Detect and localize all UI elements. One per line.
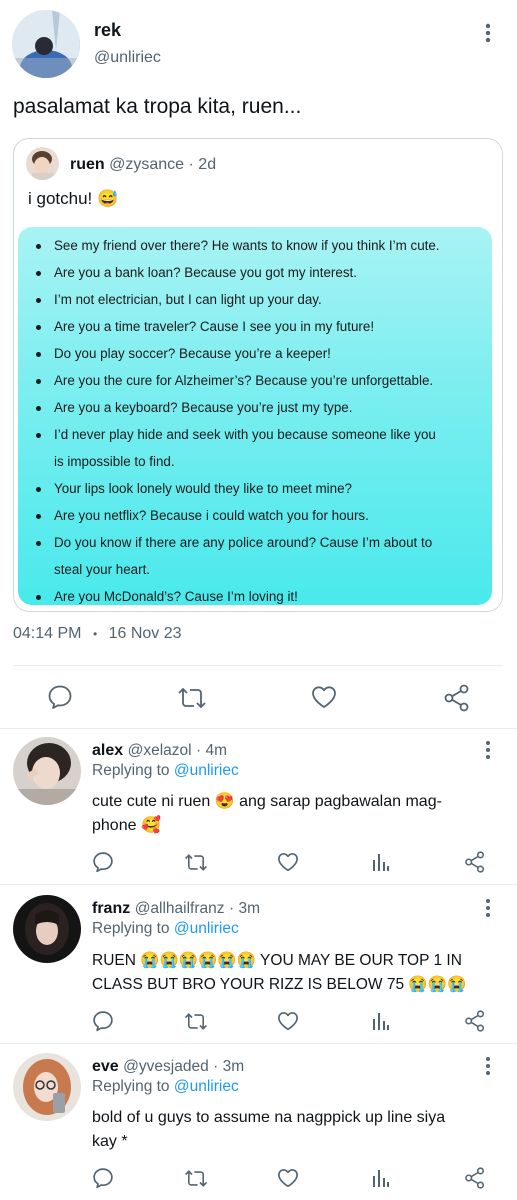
bullet-icon bbox=[36, 595, 41, 600]
replying-to-link[interactable]: @unliriec bbox=[174, 1078, 239, 1095]
reply-author-handle[interactable]: @allhailfranz bbox=[135, 900, 225, 917]
retweet-icon[interactable] bbox=[184, 852, 208, 873]
pickup-line-text: Are you netflix? Because i could watch y… bbox=[54, 508, 369, 523]
share-icon[interactable] bbox=[464, 1010, 486, 1032]
quoted-age: · 2d bbox=[188, 156, 217, 173]
heart-icon[interactable] bbox=[277, 1011, 299, 1031]
reply-text: RUEN 😭😭😭😭😭😭 YOU MAY BE OUR TOP 1 IN CLAS… bbox=[92, 949, 466, 997]
reply-author-name[interactable]: alex bbox=[92, 742, 123, 759]
reply-text-line: phone 🥰 bbox=[92, 817, 161, 834]
reply-avatar[interactable] bbox=[13, 737, 81, 805]
replying-to-link[interactable]: @unliriec bbox=[174, 762, 239, 779]
pickup-line-text: Do you play soccer? Because you’re a kee… bbox=[54, 346, 331, 361]
bullet-icon bbox=[36, 325, 41, 330]
bullet-icon bbox=[36, 379, 41, 384]
heart-icon[interactable] bbox=[277, 1168, 299, 1188]
reply-author-handle[interactable]: @yvesjaded bbox=[123, 1058, 209, 1075]
divider bbox=[0, 884, 517, 885]
bullet-icon bbox=[36, 433, 41, 438]
pickup-line-text: Are you a keyboard? Because you’re just … bbox=[54, 400, 353, 415]
pickup-line-text: Your lips look lonely would they like to… bbox=[54, 481, 352, 496]
bullet-icon bbox=[36, 406, 41, 411]
bullet-icon bbox=[36, 271, 41, 276]
pickup-line-text: Are you a bank loan? Because you got my … bbox=[54, 265, 357, 280]
divider bbox=[0, 728, 517, 729]
bullet-icon bbox=[36, 514, 41, 519]
heart-icon[interactable] bbox=[311, 685, 337, 709]
bullet-icon bbox=[36, 487, 41, 492]
pickup-line-text: I’m not electrician, but I can light up … bbox=[54, 292, 322, 307]
reply-text-line: kay * bbox=[92, 1133, 128, 1150]
divider bbox=[13, 665, 503, 666]
reply-text-line: RUEN 😭😭😭😭😭😭 YOU MAY BE OUR TOP 1 IN bbox=[92, 952, 462, 969]
reply-avatar[interactable] bbox=[13, 895, 81, 963]
reply-age: · 4m bbox=[196, 742, 228, 759]
timestamp-time: 04:14 PM bbox=[13, 625, 82, 642]
quoted-author-name: ruen bbox=[70, 156, 105, 173]
pickup-line-text: is impossible to find. bbox=[54, 454, 175, 469]
pickup-line-text: Are you the cure for Alzheimer’s? Becaus… bbox=[54, 373, 434, 388]
bar-chart-icon[interactable] bbox=[372, 1011, 390, 1031]
quoted-author-handle: @zysance bbox=[109, 156, 185, 173]
author-name[interactable]: rek bbox=[94, 20, 121, 41]
retweet-icon[interactable] bbox=[184, 1011, 208, 1032]
bullet-icon bbox=[36, 352, 41, 357]
pickup-line-text: See my friend over there? He wants to kn… bbox=[54, 238, 440, 253]
replying-to-link[interactable]: @unliriec bbox=[174, 920, 239, 937]
author-handle[interactable]: @unliriec bbox=[94, 49, 161, 67]
reply-text-line: CLASS BUT BRO YOUR RIZZ IS BELOW 75 😭😭😭 bbox=[92, 976, 467, 993]
reply-text: bold of u guys to assume na nagppick up … bbox=[92, 1106, 445, 1154]
comment-icon[interactable] bbox=[47, 684, 73, 710]
reply-text-line: cute cute ni ruen 😍 ang sarap pagbawalan… bbox=[92, 793, 442, 810]
bar-chart-icon[interactable] bbox=[372, 852, 390, 872]
reply-author-handle[interactable]: @xelazol bbox=[128, 742, 192, 759]
comment-icon[interactable] bbox=[92, 1010, 114, 1032]
timestamp-separator: • bbox=[92, 627, 98, 641]
pickup-line-text: Are you a time traveler? Cause I see you… bbox=[54, 319, 375, 334]
share-icon[interactable] bbox=[464, 1167, 486, 1189]
retweet-icon[interactable] bbox=[177, 685, 207, 711]
reply-age: · 3m bbox=[228, 900, 260, 917]
reply-text: cute cute ni ruen 😍 ang sarap pagbawalan… bbox=[92, 790, 442, 838]
tweet-text: pasalamat ka tropa kita, ruen... bbox=[13, 95, 302, 118]
comment-icon[interactable] bbox=[92, 1167, 114, 1189]
reply-age: · 3m bbox=[213, 1058, 245, 1075]
divider bbox=[0, 1043, 517, 1044]
reply-text-line: bold of u guys to assume na nagppick up … bbox=[92, 1109, 446, 1126]
more-vertical-icon[interactable] bbox=[478, 22, 498, 44]
retweet-icon[interactable] bbox=[184, 1168, 208, 1189]
share-icon[interactable] bbox=[443, 684, 471, 712]
replying-to-label: Replying to bbox=[92, 1078, 170, 1095]
heart-icon[interactable] bbox=[277, 852, 299, 872]
pickup-line-text: Are you McDonald’s? Cause I’m loving it! bbox=[54, 589, 298, 604]
bullet-icon bbox=[36, 244, 41, 249]
replying-to-label: Replying to bbox=[92, 762, 170, 779]
pickup-line-text: I’d never play hide and seek with you be… bbox=[54, 427, 436, 442]
share-icon[interactable] bbox=[464, 851, 486, 873]
bullet-icon bbox=[36, 541, 41, 546]
replying-to-label: Replying to bbox=[92, 920, 170, 937]
pickup-line-text: Do you know if there are any police arou… bbox=[54, 535, 433, 550]
quoted-text: i gotchu! 😅 bbox=[28, 189, 119, 208]
pickup-line-text: steal your heart. bbox=[54, 562, 151, 577]
comment-icon[interactable] bbox=[92, 851, 114, 873]
more-vertical-icon[interactable] bbox=[480, 1056, 496, 1076]
bullet-icon bbox=[36, 298, 41, 303]
reply-author-name[interactable]: franz bbox=[92, 900, 130, 917]
tweet-timestamp: 04:14 PM • 16 Nov 23 bbox=[13, 625, 182, 643]
bar-chart-icon[interactable] bbox=[372, 1168, 390, 1188]
more-vertical-icon[interactable] bbox=[480, 740, 496, 760]
more-vertical-icon[interactable] bbox=[480, 898, 496, 918]
reply-avatar[interactable] bbox=[13, 1053, 81, 1121]
author-avatar[interactable] bbox=[12, 10, 80, 78]
quoted-author-avatar bbox=[26, 147, 59, 180]
reply-author-name[interactable]: eve bbox=[92, 1058, 119, 1075]
timestamp-date: 16 Nov 23 bbox=[108, 625, 182, 642]
